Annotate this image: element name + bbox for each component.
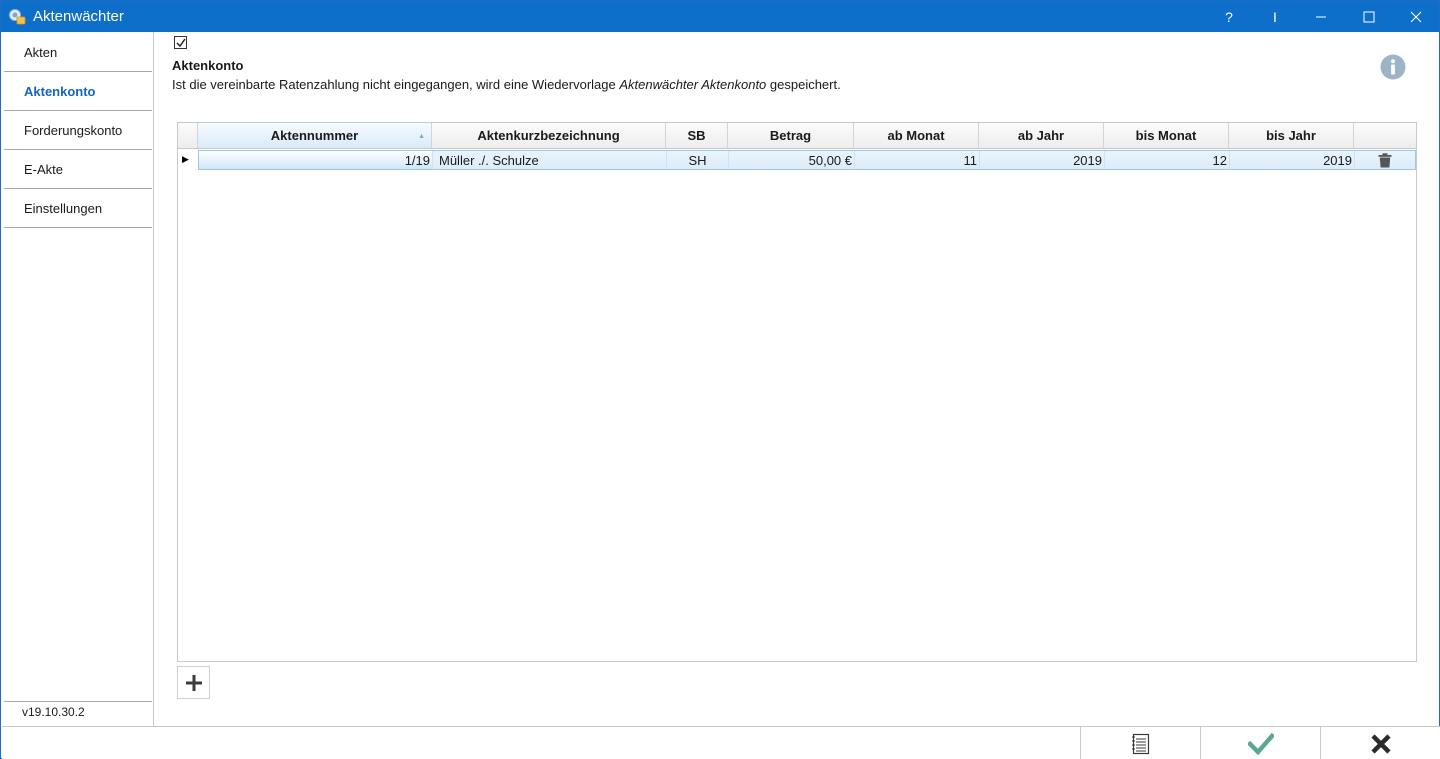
close-window-icon bbox=[1410, 11, 1422, 22]
header-label: Aktennummer bbox=[270, 128, 359, 143]
sidebar-item-e-akte[interactable]: E-Akte bbox=[4, 150, 152, 189]
help-icon: ? bbox=[1225, 8, 1233, 25]
sidebar-item-akten[interactable]: Akten bbox=[4, 33, 152, 72]
header-label: ab Monat bbox=[887, 128, 945, 143]
minimize-icon bbox=[1316, 16, 1326, 17]
header-betrag[interactable]: Betrag bbox=[728, 123, 854, 148]
desc-prefix: Ist die vereinbarte Ratenzahlung nicht e… bbox=[172, 77, 620, 92]
header-label: bis Jahr bbox=[1266, 128, 1316, 143]
header-row-indicator bbox=[178, 123, 198, 148]
sort-ascending-icon: ▲ bbox=[418, 133, 425, 140]
sidebar-item-aktenkonto[interactable]: Aktenkonto bbox=[4, 72, 152, 111]
minimize-button[interactable] bbox=[1298, 1, 1344, 32]
window-title: Aktenwächter bbox=[33, 8, 124, 25]
version-label: v19.10.30.2 bbox=[22, 705, 85, 719]
header-aktennummer[interactable]: Aktennummer ▲ bbox=[198, 123, 432, 148]
ok-button[interactable] bbox=[1200, 727, 1320, 759]
sidebar-item-einstellungen[interactable]: Einstellungen bbox=[4, 189, 152, 228]
table-header: Aktennummer ▲ Aktenkurzbezeichnung SB Bet… bbox=[178, 123, 1416, 149]
cell-betrag[interactable]: 50,00 € bbox=[729, 151, 855, 169]
table-row[interactable]: 1/19 Müller ./. Schulze SH 50,00 € 11 20… bbox=[198, 150, 1416, 170]
cell-ab-jahr[interactable]: 2019 bbox=[980, 151, 1105, 169]
current-row-arrow-icon: ▶ bbox=[182, 154, 189, 164]
desc-suffix: gespeichert. bbox=[766, 77, 841, 92]
header-ab-monat[interactable]: ab Monat bbox=[854, 123, 979, 148]
sidebar-item-label: E-Akte bbox=[24, 161, 64, 177]
cell-bis-jahr[interactable]: 2019 bbox=[1230, 151, 1355, 169]
list-button[interactable] bbox=[1080, 727, 1200, 759]
header-bis-monat[interactable]: bis Monat bbox=[1104, 123, 1229, 148]
cell-ab-monat[interactable]: 11 bbox=[855, 151, 980, 169]
info-icon[interactable] bbox=[1380, 54, 1406, 80]
cell-aktenkurzbezeichnung[interactable]: Müller ./. Schulze bbox=[433, 151, 667, 169]
header-label: bis Monat bbox=[1135, 128, 1197, 143]
cell-sb[interactable]: SH bbox=[667, 151, 729, 169]
header-ab-jahr[interactable]: ab Jahr bbox=[979, 123, 1104, 148]
section-title: Aktenkonto bbox=[172, 58, 244, 73]
maximize-button[interactable] bbox=[1346, 1, 1392, 32]
version-divider bbox=[4, 701, 152, 702]
sidebar-item-label: Einstellungen bbox=[24, 200, 103, 216]
help-button[interactable]: ? bbox=[1206, 1, 1252, 32]
sidebar-item-label: Forderungskonto bbox=[24, 122, 123, 138]
footer-bar bbox=[2, 726, 1440, 759]
header-label: Aktenkurzbezeichnung bbox=[477, 128, 620, 143]
header-label: Betrag bbox=[769, 128, 812, 143]
plus-icon bbox=[185, 674, 202, 691]
cell-bis-monat[interactable]: 12 bbox=[1105, 151, 1230, 169]
cell-aktennummer[interactable]: 1/19 bbox=[199, 151, 433, 169]
cancel-button[interactable] bbox=[1320, 727, 1440, 759]
trash-icon[interactable] bbox=[1378, 153, 1392, 168]
text-cursor-button[interactable]: I bbox=[1252, 1, 1298, 32]
header-aktenkurzbezeichnung[interactable]: Aktenkurzbezeichnung bbox=[432, 123, 666, 148]
app-logo-icon bbox=[9, 9, 26, 25]
sidebar-item-label: Aktenkonto bbox=[24, 83, 96, 99]
header-actions bbox=[1354, 123, 1416, 148]
header-sb[interactable]: SB bbox=[666, 123, 728, 148]
enable-checkbox[interactable] bbox=[174, 36, 187, 49]
section-description: Ist die vereinbarte Ratenzahlung nicht e… bbox=[172, 77, 841, 92]
app-window: Aktenwächter ? I Akten Aktenkonto Forder… bbox=[0, 0, 1440, 759]
sidebar: Akten Aktenkonto Forderungskonto E-Akte … bbox=[2, 32, 154, 726]
header-label: SB bbox=[687, 128, 706, 143]
header-label: ab Jahr bbox=[1017, 128, 1065, 143]
checkmark-icon bbox=[1247, 732, 1274, 755]
aktenkonto-table: Aktennummer ▲ Aktenkurzbezeichnung SB Bet… bbox=[177, 122, 1417, 662]
close-icon bbox=[1370, 733, 1391, 754]
header-bis-jahr[interactable]: bis Jahr bbox=[1229, 123, 1354, 148]
sidebar-item-forderungskonto[interactable]: Forderungskonto bbox=[4, 111, 152, 150]
sidebar-item-label: Akten bbox=[24, 44, 58, 60]
main-panel: Aktenkonto Ist die vereinbarte Ratenzahl… bbox=[154, 32, 1439, 726]
desc-italic: Aktenwächter Aktenkonto bbox=[619, 77, 767, 92]
title-bar: Aktenwächter ? I bbox=[1, 1, 1439, 32]
maximize-icon bbox=[1363, 11, 1375, 22]
add-row-button[interactable] bbox=[177, 666, 210, 699]
close-window-button[interactable] bbox=[1393, 1, 1439, 32]
text-cursor-icon: I bbox=[1273, 8, 1277, 25]
list-icon bbox=[1131, 733, 1149, 754]
checkmark-small-icon bbox=[176, 38, 186, 48]
